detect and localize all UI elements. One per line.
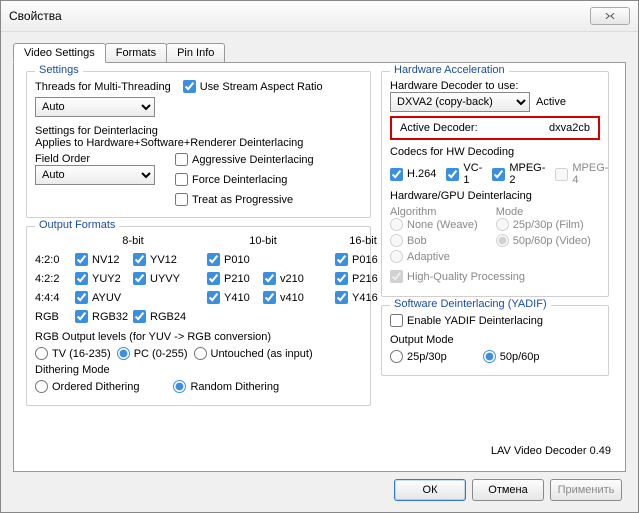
cancel-button[interactable]: Отмена xyxy=(472,479,544,501)
rb-tv[interactable]: TV (16-235) xyxy=(35,347,111,360)
rb-50-60-video: 50p/60p (Video) xyxy=(496,234,591,247)
algo-label: Algorithm xyxy=(390,206,478,218)
rb-adaptive: Adaptive xyxy=(390,250,450,263)
treat-progressive-checkbox[interactable]: Treat as Progressive xyxy=(175,193,293,206)
settings-group: Settings Threads for Multi-Threading Use… xyxy=(26,71,371,218)
rb-untouched[interactable]: Untouched (as input) xyxy=(194,347,313,360)
window-close-button[interactable] xyxy=(590,7,630,25)
row-422: 4:2:2 xyxy=(35,273,75,285)
col-8bit: 8-bit xyxy=(75,235,191,247)
output-formats-legend: Output Formats xyxy=(35,219,119,231)
row-rgb: RGB xyxy=(35,311,75,323)
dither-label: Dithering Mode xyxy=(35,364,362,376)
cb-p010[interactable]: P010 xyxy=(207,253,263,266)
cb-yv12[interactable]: YV12 xyxy=(133,253,191,266)
threads-select[interactable]: Auto xyxy=(35,97,155,117)
cb-enable-yadif[interactable]: Enable YADIF Deinterlacing xyxy=(390,314,543,327)
sw-deint-legend: Software Deinterlacing (YADIF) xyxy=(390,298,551,310)
tab-formats[interactable]: Formats xyxy=(105,43,167,63)
sw-output-mode-label: Output Mode xyxy=(390,334,600,346)
sw-deint-group: Software Deinterlacing (YADIF) Enable YA… xyxy=(381,305,609,376)
rb-none: None (Weave) xyxy=(390,218,478,231)
codecs-label: Codecs for HW Decoding xyxy=(390,146,600,158)
cb-hq-processing: High-Quality Processing xyxy=(390,270,525,283)
active-decoder-label: Active Decoder: xyxy=(400,122,478,134)
row-420: 4:2:0 xyxy=(35,254,75,266)
cb-ayuv[interactable]: AYUV xyxy=(75,291,133,304)
hw-decoder-select[interactable]: DXVA2 (copy-back) xyxy=(390,92,530,112)
cb-nv12[interactable]: NV12 xyxy=(75,253,133,266)
cb-h264[interactable]: H.264 xyxy=(390,162,436,186)
deint-applies-label: Applies to Hardware+Software+Renderer De… xyxy=(35,137,362,149)
cb-uyvy[interactable]: UYVY xyxy=(133,272,191,285)
window-title: Свойства xyxy=(9,9,62,23)
deint-settings-label: Settings for Deinterlacing xyxy=(35,125,362,137)
hw-decoder-label: Hardware Decoder to use: xyxy=(390,80,600,92)
version-label: LAV Video Decoder 0.49 xyxy=(491,445,611,457)
field-order-label: Field Order xyxy=(35,153,155,165)
output-formats-group: Output Formats 8-bit 10-bit 16-bit 4:2:0… xyxy=(26,226,371,406)
cb-rgb24[interactable]: RGB24 xyxy=(133,310,191,323)
cb-rgb32[interactable]: RGB32 xyxy=(75,310,133,323)
rb-25-30[interactable]: 25p/30p xyxy=(390,350,447,363)
force-deint-checkbox[interactable]: Force Deinterlacing xyxy=(175,173,287,186)
cb-vc1[interactable]: VC-1 xyxy=(446,162,482,186)
hw-deint-label: Hardware/GPU Deinterlacing xyxy=(390,190,600,202)
ok-button[interactable]: ОК xyxy=(394,479,466,501)
cb-p210[interactable]: P210 xyxy=(207,272,263,285)
rb-50-60[interactable]: 50p/60p xyxy=(483,350,540,363)
rb-bob: Bob xyxy=(390,234,427,247)
field-order-select[interactable]: Auto xyxy=(35,165,155,185)
rb-25-30-film: 25p/30p (Film) xyxy=(496,218,584,231)
hw-accel-group: Hardware Acceleration Hardware Decoder t… xyxy=(381,71,609,297)
row-444: 4:4:4 xyxy=(35,292,75,304)
tab-pin-info[interactable]: Pin Info xyxy=(166,43,225,63)
active-decoder-box: Active Decoder: dxva2cb xyxy=(390,116,600,140)
mode-label: Mode xyxy=(496,206,591,218)
col-10bit: 10-bit xyxy=(207,235,319,247)
cb-yuy2[interactable]: YUY2 xyxy=(75,272,133,285)
use-stream-aspect-checkbox[interactable]: Use Stream Aspect Ratio xyxy=(183,80,323,93)
cb-mpeg2[interactable]: MPEG-2 xyxy=(492,162,545,186)
active-decoder-value: dxva2cb xyxy=(549,122,590,134)
hw-active-label: Active xyxy=(536,96,566,108)
rb-pc[interactable]: PC (0-255) xyxy=(117,347,188,360)
settings-legend: Settings xyxy=(35,64,83,76)
apply-button: Применить xyxy=(550,479,622,501)
cb-mpeg4: MPEG-4 xyxy=(555,162,608,186)
rgb-levels-label: RGB Output levels (for YUV -> RGB conver… xyxy=(35,331,362,343)
aggressive-deint-checkbox[interactable]: Aggressive Deinterlacing xyxy=(175,153,314,166)
cb-v410[interactable]: v410 xyxy=(263,291,319,304)
rb-ordered-dither[interactable]: Ordered Dithering xyxy=(35,380,139,393)
rb-random-dither[interactable]: Random Dithering xyxy=(173,380,279,393)
hw-accel-legend: Hardware Acceleration xyxy=(390,64,509,76)
cb-v210[interactable]: v210 xyxy=(263,272,319,285)
tab-video-settings[interactable]: Video Settings xyxy=(13,43,106,63)
cb-y410[interactable]: Y410 xyxy=(207,291,263,304)
threads-label: Threads for Multi-Threading xyxy=(35,81,171,93)
close-icon xyxy=(603,11,617,21)
